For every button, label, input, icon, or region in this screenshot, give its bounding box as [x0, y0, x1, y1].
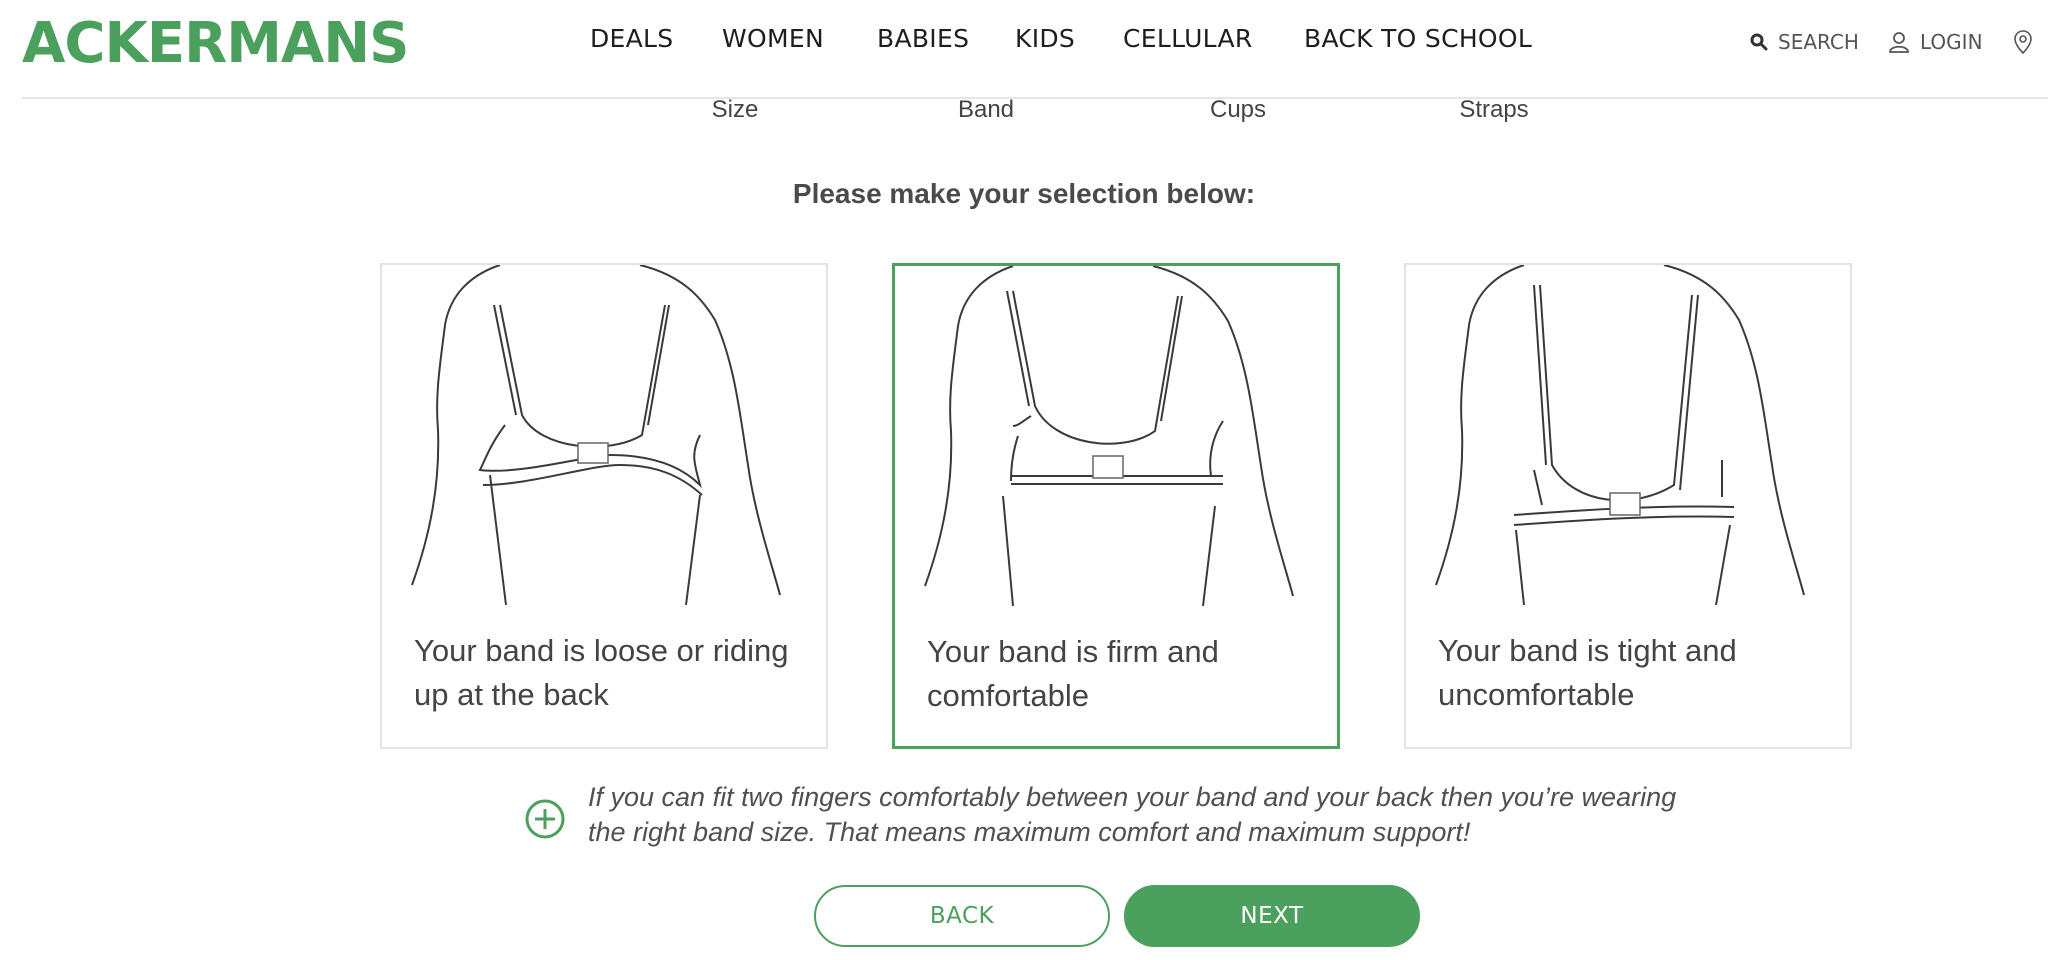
nav-item-women[interactable]: WOMEN: [722, 24, 824, 53]
location-pin-icon: [2014, 30, 2032, 54]
band-firm-illustration: [924, 266, 1294, 606]
nav-item-cellular[interactable]: CELLULAR: [1123, 24, 1253, 53]
search-link[interactable]: SEARCH: [1750, 30, 1859, 54]
step-size[interactable]: Size: [635, 96, 835, 124]
plus-circle-icon[interactable]: [524, 798, 566, 840]
option-text-firm: Your band is firm and comfortable: [927, 634, 1219, 713]
nav-item-deals[interactable]: DEALS: [590, 24, 673, 53]
option-card-firm[interactable]: Your band is firm and comfortable: [892, 263, 1340, 749]
login-label: LOGIN: [1920, 30, 1983, 54]
brand-logo[interactable]: ACKERMANS: [22, 10, 409, 78]
store-locator-link[interactable]: [2014, 30, 2042, 54]
band-tight-illustration: [1435, 265, 1805, 605]
step-band[interactable]: Band: [886, 96, 1086, 124]
option-text-loose: Your band is loose or riding up at the b…: [414, 633, 789, 712]
band-loose-illustration: [411, 265, 781, 605]
tip-text: If you can fit two fingers comfortably b…: [588, 782, 1677, 847]
next-button[interactable]: NEXT: [1124, 885, 1420, 947]
user-icon: [1889, 32, 1909, 53]
fit-steps: Size Band Cups Straps: [0, 96, 2048, 130]
band-fit-tip: If you can fit two fingers comfortably b…: [524, 780, 1724, 860]
site-header: ACKERMANS DEALS WOMEN BABIES KIDS CELLUL…: [0, 0, 2048, 98]
login-link[interactable]: LOGIN: [1888, 30, 1983, 54]
back-button[interactable]: BACK: [814, 885, 1110, 947]
option-text-tight: Your band is tight and uncomfortable: [1438, 633, 1737, 712]
option-card-loose[interactable]: Your band is loose or riding up at the b…: [380, 263, 828, 749]
step-straps[interactable]: Straps: [1394, 96, 1594, 124]
selection-heading: Please make your selection below:: [792, 178, 1256, 209]
nav-item-back-to-school[interactable]: BACK TO SCHOOL: [1304, 24, 1532, 53]
option-card-tight[interactable]: Your band is tight and uncomfortable: [1404, 263, 1852, 749]
nav-item-kids[interactable]: KIDS: [1015, 24, 1075, 53]
search-icon: [1750, 33, 1768, 51]
nav-item-babies[interactable]: BABIES: [877, 24, 969, 53]
step-cups[interactable]: Cups: [1138, 96, 1338, 124]
search-label: SEARCH: [1778, 30, 1859, 54]
